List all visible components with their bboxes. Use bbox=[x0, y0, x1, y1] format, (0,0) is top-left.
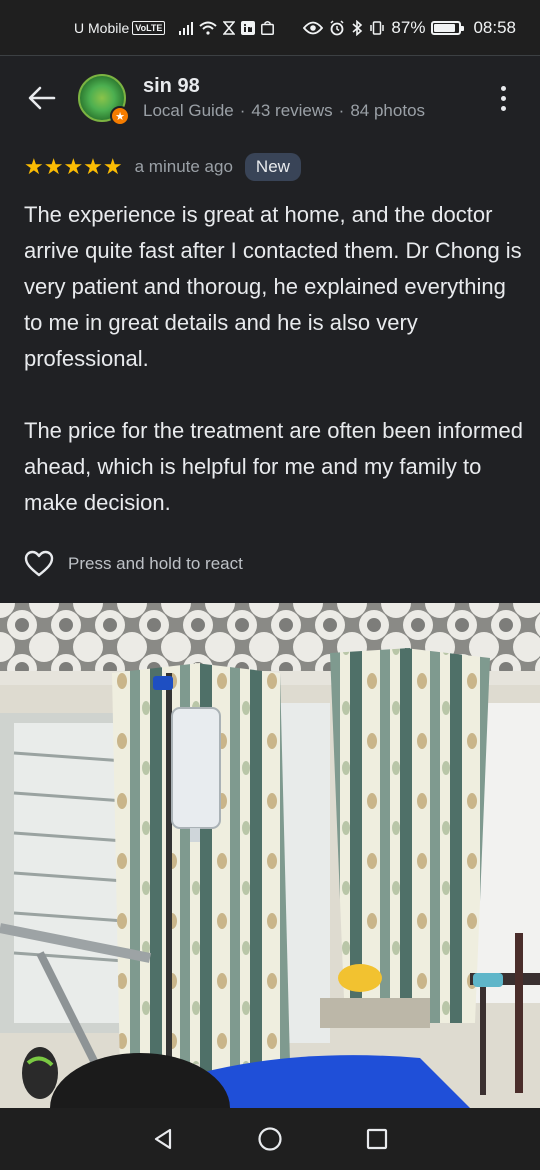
clock: 08:58 bbox=[473, 17, 516, 37]
linkedin-icon bbox=[241, 20, 256, 35]
review-time: a minute ago bbox=[134, 157, 233, 176]
reviewer-role: Local Guide bbox=[143, 101, 234, 120]
heart-outline-icon bbox=[24, 550, 54, 577]
battery-icon bbox=[431, 20, 465, 35]
battery-percent: 87% bbox=[391, 17, 426, 37]
review-body: The experience is great at home, and the… bbox=[24, 197, 524, 521]
battery-fill bbox=[434, 23, 456, 32]
nav-home-button[interactable] bbox=[250, 1119, 290, 1159]
eye-icon bbox=[303, 21, 324, 34]
reviewer-name[interactable]: sin 98 bbox=[143, 75, 425, 98]
circle-home-icon bbox=[258, 1127, 282, 1151]
shopping-bag-icon bbox=[261, 20, 275, 35]
arrow-left-icon bbox=[28, 86, 56, 110]
volte-badge: VoLTE bbox=[132, 20, 166, 35]
carrier-info: U Mobile VoLTE bbox=[74, 19, 166, 36]
status-bar: U Mobile VoLTE 87% 08:58 bbox=[0, 0, 540, 56]
carrier-name: U Mobile bbox=[74, 19, 130, 36]
more-options-button[interactable] bbox=[497, 82, 510, 115]
wifi-icon bbox=[199, 21, 218, 35]
react-label: Press and hold to react bbox=[68, 554, 243, 573]
system-nav-bar bbox=[0, 1108, 540, 1170]
vibrate-icon bbox=[370, 20, 385, 35]
star-rating: ★★★★★ bbox=[24, 154, 123, 179]
new-badge: New bbox=[244, 153, 301, 181]
reviewer-info[interactable]: sin 98 Local Guide · 43 reviews · 84 pho… bbox=[143, 75, 425, 121]
meta-separator: · bbox=[239, 101, 246, 120]
signal-icon bbox=[179, 21, 194, 35]
status-right: 87% 08:58 bbox=[303, 18, 516, 38]
status-icons bbox=[179, 20, 275, 35]
meta-separator: · bbox=[338, 101, 345, 120]
reviewer-review-count: 43 reviews bbox=[251, 101, 333, 120]
rating-row: ★★★★★ a minute ago New bbox=[24, 150, 301, 184]
review-paragraph: The experience is great at home, and the… bbox=[24, 202, 522, 371]
back-button[interactable] bbox=[22, 78, 62, 118]
avatar[interactable]: ★ bbox=[78, 74, 130, 126]
review-header: ★ sin 98 Local Guide · 43 reviews · 84 p… bbox=[0, 56, 540, 140]
react-button[interactable]: Press and hold to react bbox=[24, 550, 243, 578]
reviewer-meta: Local Guide · 43 reviews · 84 photos bbox=[143, 101, 425, 121]
nav-recent-button[interactable] bbox=[357, 1119, 397, 1159]
review-photo-image bbox=[0, 603, 540, 1108]
alarm-icon bbox=[330, 19, 344, 35]
bluetooth-icon bbox=[352, 19, 363, 36]
reviewer-photo-count: 84 photos bbox=[350, 101, 426, 120]
nav-back-button[interactable] bbox=[143, 1119, 183, 1159]
review-paragraph: The price for the treatment are often be… bbox=[24, 418, 523, 515]
hourglass-icon bbox=[223, 20, 236, 35]
local-guide-star-icon: ★ bbox=[110, 106, 130, 126]
more-vert-icon bbox=[501, 85, 506, 91]
review-photo[interactable] bbox=[0, 603, 540, 1108]
triangle-back-icon bbox=[155, 1128, 172, 1150]
square-recent-icon bbox=[366, 1128, 387, 1150]
